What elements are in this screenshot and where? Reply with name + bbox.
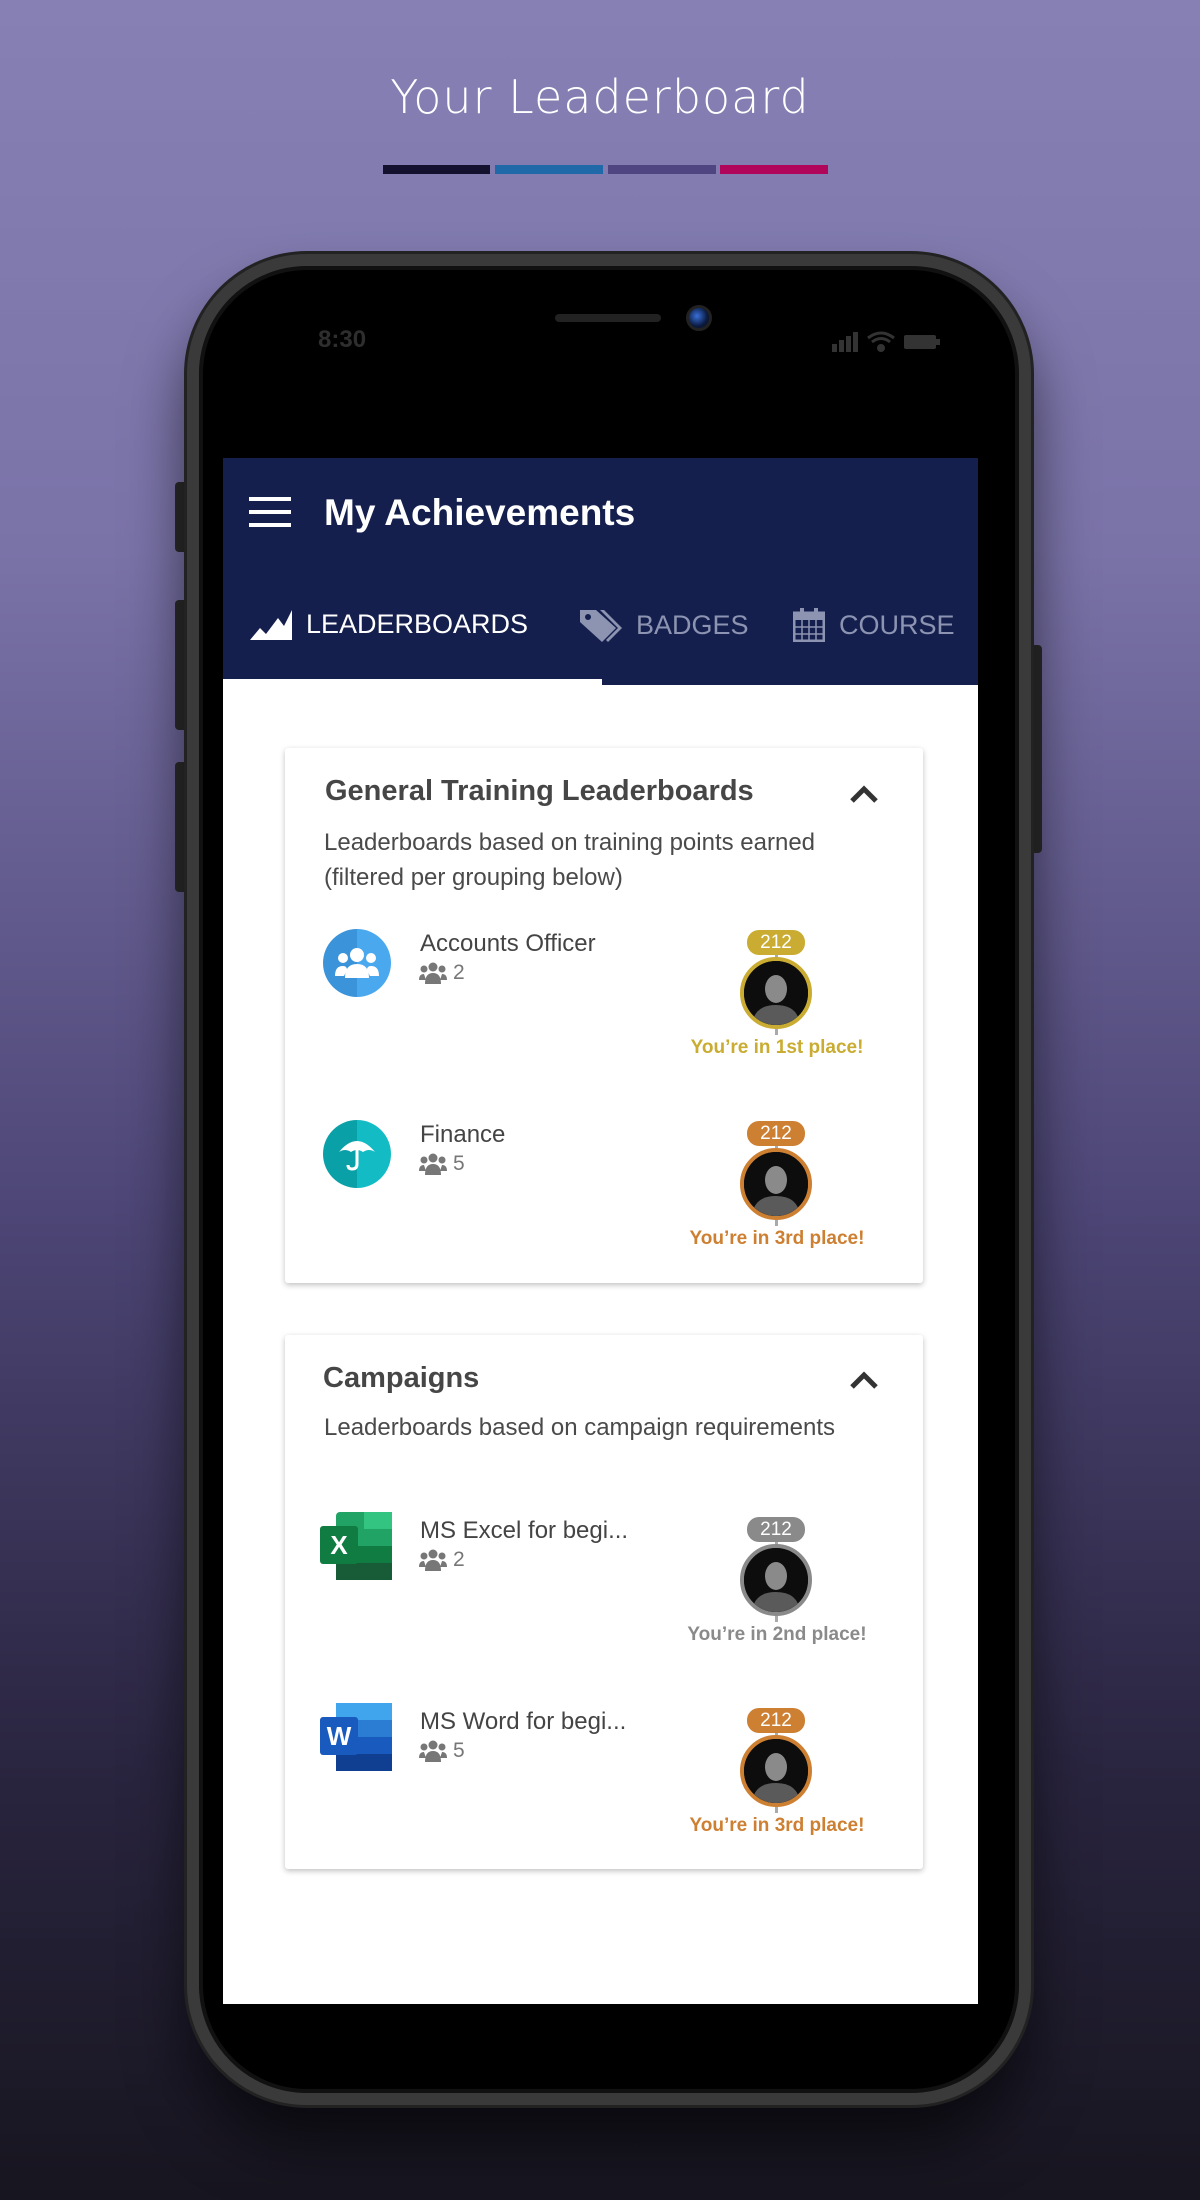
avatar xyxy=(740,1544,812,1616)
excel-icon: X xyxy=(320,1512,392,1585)
active-tab-indicator xyxy=(223,679,602,685)
score-badge: 212 xyxy=(747,930,805,955)
score-badge: 212 xyxy=(747,1121,805,1146)
tab-leaderboards[interactable]: LEADERBOARDS xyxy=(250,608,528,640)
stem xyxy=(775,1220,778,1226)
tab-badges[interactable]: BADGES xyxy=(580,608,749,642)
leaderboard-name[interactable]: MS Word for begi... xyxy=(420,1708,626,1736)
tags-icon xyxy=(580,610,622,642)
member-count: 5 xyxy=(419,1152,465,1176)
chart-area-icon xyxy=(250,610,292,640)
battery-icon xyxy=(904,335,940,349)
leaderboard-name[interactable]: Finance xyxy=(420,1121,505,1149)
wifi-icon xyxy=(867,331,895,352)
phone-speaker xyxy=(555,314,661,322)
chevron-up-icon[interactable] xyxy=(849,1370,879,1390)
stem xyxy=(775,1616,778,1622)
calendar-icon xyxy=(793,608,825,642)
members-icon xyxy=(419,962,447,984)
status-time: 8:30 xyxy=(318,326,367,353)
signal-icon xyxy=(832,332,858,352)
stem xyxy=(775,1029,778,1035)
leaderboard-name[interactable]: Accounts Officer xyxy=(420,930,596,958)
section-title: Campaigns xyxy=(323,1362,480,1394)
umbrella-icon xyxy=(323,1120,391,1188)
member-count: 2 xyxy=(419,961,465,985)
chevron-up-icon[interactable] xyxy=(849,784,879,804)
place-text: You’re in 2nd place! xyxy=(687,1624,867,1645)
avatar xyxy=(740,957,812,1029)
score-badge: 212 xyxy=(747,1517,805,1542)
members-icon xyxy=(419,1153,447,1175)
users-icon xyxy=(323,929,391,997)
color-bar xyxy=(720,165,828,174)
word-icon: W xyxy=(320,1703,392,1776)
color-bar xyxy=(383,165,490,174)
svg-text:X: X xyxy=(330,1530,348,1560)
avatar xyxy=(740,1148,812,1220)
status-icons xyxy=(832,331,940,352)
leaderboard-name[interactable]: MS Excel for begi... xyxy=(420,1517,628,1545)
color-bar xyxy=(495,165,603,174)
score-badge: 212 xyxy=(747,1708,805,1733)
section-subtitle: Leaderboards based on campaign requireme… xyxy=(324,1414,835,1441)
tab-course[interactable]: COURSE xyxy=(793,608,955,642)
color-bar xyxy=(608,165,716,174)
stem xyxy=(775,1807,778,1813)
section-subtitle: Leaderboards based on training points ea… xyxy=(324,829,816,891)
menu-icon[interactable] xyxy=(249,497,291,527)
phone-camera xyxy=(686,305,712,331)
page-title: My Achievements xyxy=(324,492,636,533)
svg-text:W: W xyxy=(327,1721,352,1751)
members-icon xyxy=(419,1549,447,1571)
member-count: 2 xyxy=(419,1548,465,1572)
members-icon xyxy=(419,1740,447,1762)
place-text: You’re in 3rd place! xyxy=(689,1815,865,1836)
avatar xyxy=(740,1735,812,1807)
hero-title: Your Leaderboard xyxy=(390,70,810,124)
place-text: You’re in 3rd place! xyxy=(689,1228,865,1249)
place-text: You’re in 1st place! xyxy=(690,1037,864,1058)
member-count: 5 xyxy=(419,1739,465,1763)
section-title: General Training Leaderboards xyxy=(325,775,754,807)
